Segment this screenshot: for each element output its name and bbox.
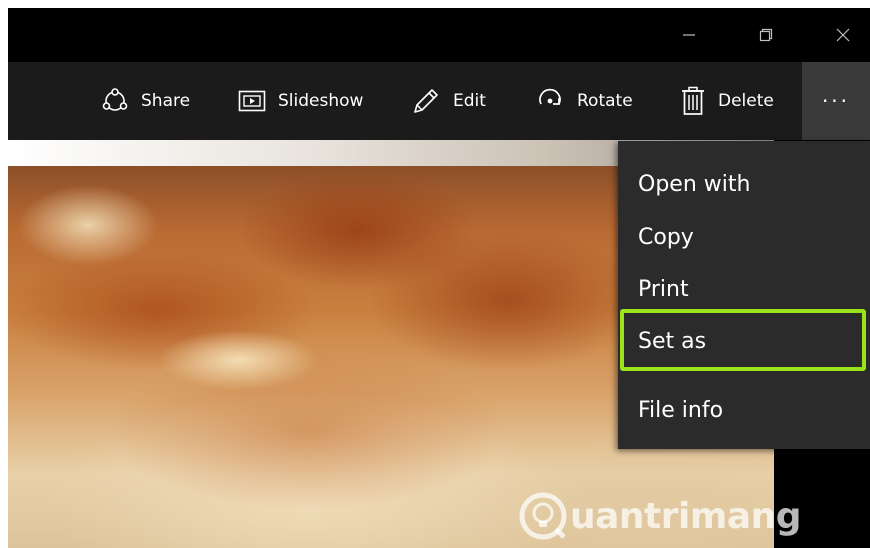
rotate-button[interactable]: Rotate <box>535 62 633 140</box>
trash-icon <box>682 86 704 115</box>
rotate-icon <box>539 88 561 105</box>
share-icon <box>102 88 128 111</box>
pencil-icon <box>414 89 438 113</box>
more-icon: ··· <box>821 89 851 113</box>
close-icon <box>836 28 850 42</box>
slideshow-label: Slideshow <box>278 91 364 111</box>
watermark-text: uantrimang <box>570 495 802 537</box>
more-options-menu: Open with Copy Print Set as File info <box>618 141 870 449</box>
delete-button[interactable]: Delete <box>680 62 774 140</box>
close-button[interactable] <box>820 8 866 62</box>
edit-label: Edit <box>453 91 486 111</box>
rotate-label: Rotate <box>577 91 633 111</box>
edit-button[interactable]: Edit <box>411 62 486 140</box>
menu-item-label: Open with <box>638 171 751 197</box>
menu-item-label: Set as <box>638 328 707 354</box>
slideshow-icon <box>238 90 266 112</box>
menu-item-label: Copy <box>638 224 694 250</box>
share-label: Share <box>141 91 191 111</box>
minimize-icon <box>683 34 695 36</box>
slideshow-button[interactable]: Slideshow <box>238 62 363 140</box>
menu-item-print[interactable]: Print <box>618 263 870 315</box>
watermark-logo: uantrimang <box>518 486 802 546</box>
photos-app-window: Share Slideshow Edit Rotate Delete ··· O… <box>8 8 870 548</box>
share-button[interactable]: Share <box>101 62 190 140</box>
menu-item-label: Print <box>638 276 689 302</box>
title-bar <box>8 8 870 62</box>
menu-item-set-as[interactable]: Set as <box>618 315 870 367</box>
menu-item-open-with[interactable]: Open with <box>618 158 870 210</box>
more-options-button[interactable]: ··· <box>802 62 870 140</box>
restore-icon <box>759 28 773 42</box>
minimize-button[interactable] <box>666 8 712 62</box>
restore-button[interactable] <box>743 8 789 62</box>
command-bar: Share Slideshow Edit Rotate Delete ··· <box>8 62 870 140</box>
delete-label: Delete <box>718 91 774 111</box>
menu-item-label: File info <box>638 397 724 423</box>
menu-item-file-info[interactable]: File info <box>618 384 870 436</box>
menu-item-copy[interactable]: Copy <box>618 211 870 263</box>
lightbulb-logo-icon <box>519 492 567 540</box>
